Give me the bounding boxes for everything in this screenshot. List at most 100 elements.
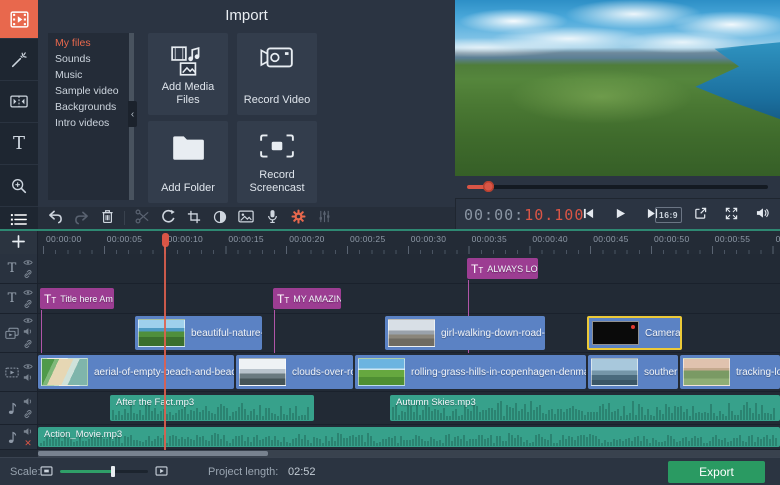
eye-icon[interactable] (23, 289, 33, 296)
clip-beautiful-nature-no[interactable]: beautiful-nature-no (135, 316, 262, 350)
record-video-button[interactable]: Record Video (237, 33, 317, 115)
seek-bar[interactable] (467, 181, 768, 192)
project-length-value: 02:52 (288, 466, 316, 478)
zoom-out-frame-icon[interactable] (40, 466, 53, 476)
sidebar: T (0, 0, 38, 231)
sidebar-item-titles[interactable]: T (0, 122, 38, 164)
video-editor-window: T Import My files Sounds Music Sample video… (0, 0, 780, 485)
audio-waveform (40, 430, 778, 446)
clip-aerial-of-empty-beach-and-beach-ho[interactable]: aerial-of-empty-beach-and-beach-ho (38, 355, 234, 389)
aspect-ratio-button[interactable]: 16:9 (654, 206, 682, 223)
audio-levels-button[interactable] (311, 208, 337, 228)
video-icon (3, 353, 21, 391)
ruler-label: 00:00:45 (593, 234, 629, 244)
link-icon[interactable] (23, 339, 33, 349)
crop-button[interactable] (181, 208, 207, 228)
previous-frame-button[interactable] (576, 203, 601, 226)
clip-thumbnail (388, 319, 435, 347)
import-panel: Import My files Sounds Music Sample video Ba… (38, 0, 455, 207)
timecode-prefix: 00:00: (464, 206, 525, 224)
link-icon[interactable] (23, 299, 33, 309)
clip-title-here-am[interactable]: TT Title here Am (40, 288, 114, 309)
eye-icon[interactable] (23, 363, 33, 370)
sidebar-item-import[interactable] (0, 0, 38, 38)
record-voice-button[interactable] (259, 208, 285, 228)
clip-properties-icon (291, 209, 306, 227)
open-player-window-icon (694, 207, 707, 223)
speaker-icon[interactable] (23, 397, 33, 406)
delete-button[interactable] (94, 208, 120, 228)
timeline-scrollbar-thumb[interactable] (38, 451, 268, 456)
split-button[interactable] (129, 208, 155, 228)
undo-icon (48, 210, 63, 227)
play-icon (615, 208, 626, 222)
ruler-label: 00:00:10 (167, 234, 204, 244)
playhead[interactable] (161, 231, 169, 450)
clip-camera-mp4[interactable]: Camera.mp4 (587, 316, 682, 350)
undo-button[interactable] (42, 208, 68, 228)
clip-autumn-skies-mp3[interactable]: Autumn Skies.mp3 (390, 395, 780, 421)
zoom-in-frame-icon[interactable] (155, 466, 168, 476)
logo-button[interactable] (233, 208, 259, 228)
seek-handle[interactable] (483, 181, 495, 192)
tile-label: Record Screencast (249, 168, 305, 194)
clip-after-the-fact-mp3[interactable]: After the Fact.mp3 (110, 395, 314, 421)
scale-slider-handle[interactable] (110, 466, 115, 477)
timeline: 00:00:00 00:00:05 00:00:10 00:00:15 00:00:20… (0, 231, 780, 457)
speaker-icon[interactable] (23, 427, 33, 436)
timeline-scale-slider[interactable] (60, 466, 148, 477)
track-controls (22, 314, 34, 352)
track-lane-video-track: aerial-of-empty-beach-and-beach-ho clouds… (38, 353, 780, 391)
clip-southern[interactable]: southern (588, 355, 678, 389)
rotate-button[interactable] (155, 208, 181, 228)
clip-always-love[interactable]: TTALWAYS LOVE (467, 258, 538, 279)
color-adjustments-button[interactable] (207, 208, 233, 228)
toolbar-separator (124, 211, 125, 225)
clip-thumbnail (358, 358, 405, 386)
add-folder-button[interactable]: Add Folder (148, 121, 228, 203)
toolbar (38, 207, 455, 229)
timeline-ruler[interactable]: 00:00:00 00:00:05 00:00:10 00:00:15 00:00:20… (38, 231, 780, 254)
tile-label: Add Media Files (161, 80, 215, 106)
record-screencast-button[interactable]: Record Screencast (237, 121, 317, 203)
sidebar-item-transitions[interactable] (0, 80, 38, 122)
clip-my-amazing[interactable]: TTMY AMAZING (273, 288, 341, 309)
track-controls (22, 353, 34, 391)
open-player-window-button[interactable] (688, 203, 713, 226)
clip-thumbnail (591, 358, 638, 386)
speaker-icon[interactable] (23, 373, 33, 382)
speaker-icon[interactable] (23, 327, 33, 336)
unlink-icon[interactable]: ✕ (24, 438, 32, 448)
clip-rolling-grass-hills-in-copenhagen-denmark-1[interactable]: rolling-grass-hills-in-copenhagen-denmar… (355, 355, 586, 389)
ruler-label: 00:00:50 (654, 234, 690, 244)
color-adjustments-icon (213, 210, 227, 227)
timecode: 00:00:10.100 (464, 206, 584, 224)
timeline-scrollbar[interactable] (38, 450, 780, 457)
play-button[interactable] (608, 203, 633, 226)
export-button[interactable]: Export (668, 461, 765, 483)
statusbar: Scale: Project length: 02:52 Export (0, 457, 780, 485)
record-video-icon (237, 45, 317, 71)
fullscreen-button[interactable] (719, 203, 744, 226)
clip-girl-walking-down-road-to[interactable]: girl-walking-down-road-to (385, 316, 545, 350)
eye-icon[interactable] (23, 259, 33, 266)
eye-icon[interactable] (23, 317, 33, 324)
track-header-titles-track-2: T (0, 284, 38, 313)
redo-button[interactable] (68, 208, 94, 228)
seek-row (455, 176, 780, 198)
sidebar-item-zoom-pan[interactable] (0, 164, 38, 206)
sidebar-item-menu[interactable] (0, 206, 38, 231)
clip-properties-button[interactable] (285, 208, 311, 228)
clip-clouds-over-rock[interactable]: clouds-over-rock (236, 355, 353, 389)
volume-icon (756, 207, 769, 222)
ruler-label: 00:00:35 (471, 234, 508, 244)
add-media-files-button[interactable]: Add Media Files (148, 33, 228, 115)
clip-tracking-lo[interactable]: tracking-lo (680, 355, 780, 389)
add-track-button[interactable] (0, 231, 38, 254)
link-icon[interactable] (23, 409, 33, 419)
volume-button[interactable] (750, 203, 775, 226)
clip-label: girl-walking-down-road-to (441, 327, 545, 339)
sidebar-item-filters[interactable] (0, 38, 38, 80)
clip-action-movie-mp3[interactable]: Action_Movie.mp3 (38, 427, 780, 447)
link-icon[interactable] (23, 269, 33, 279)
